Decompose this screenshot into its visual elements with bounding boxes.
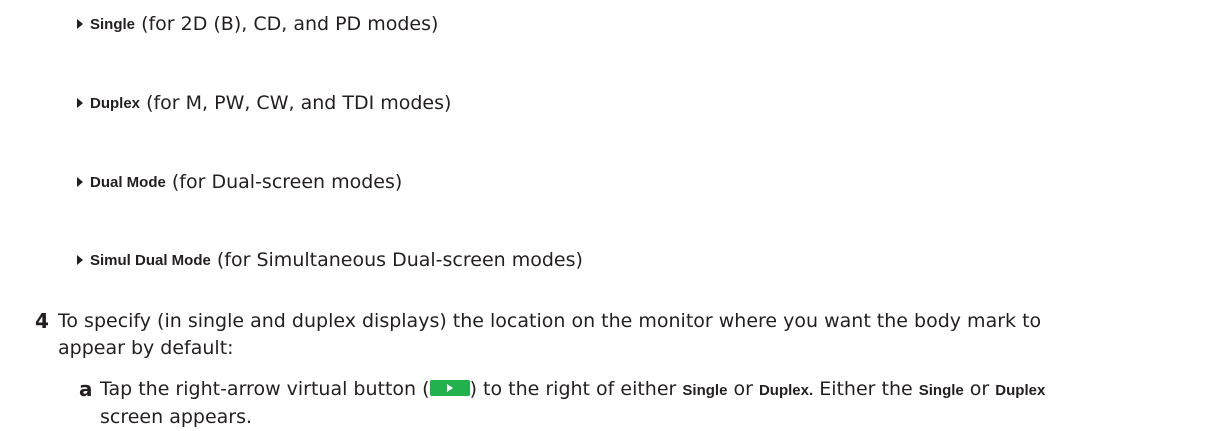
bullet-simul-dual-mode: Simul Dual Mode (for Simultaneous Dual-s… [77, 247, 583, 273]
bullet-dual-mode: Dual Mode (for Dual-screen modes) [77, 169, 402, 195]
bullet-text: (for Simultaneous Dual-screen modes) [216, 249, 583, 271]
bullet-text: (for 2D (B), CD, and PD modes) [141, 13, 439, 35]
substep-text-post: ) to the right of either [469, 378, 677, 400]
right-arrow-virtual-button [429, 380, 470, 396]
step-number: 4 [35, 309, 49, 333]
substep-text-pre: Tap the right-arrow virtual button ( [100, 378, 430, 400]
substep-text-or-2: or [969, 378, 990, 400]
bullet-triangle-icon [77, 98, 83, 108]
substep-letter: a [79, 377, 93, 401]
ui-term-duplex-2: Duplex [995, 382, 1046, 399]
play-arrow-icon [446, 384, 453, 392]
bullet-duplex: Duplex (for M, PW, CW, and TDI modes) [77, 90, 451, 116]
substep-a-line-1: Tap the right-arrow virtual button ( ) to… [100, 376, 1205, 404]
ui-term-duplex: Duplex. [758, 382, 814, 399]
bullet-label: Simul Dual Mode [90, 251, 211, 269]
bullet-text: (for M, PW, CW, and TDI modes) [146, 92, 452, 114]
substep-a-text: Tap the right-arrow virtual button ( ) to… [100, 376, 1205, 431]
bullet-triangle-icon [77, 255, 83, 265]
bullet-text: (for Dual-screen modes) [171, 171, 403, 193]
step-4-text: To specify (in single and duplex display… [58, 308, 1198, 362]
step-4-line-2: appear by default: [58, 337, 234, 359]
bullet-triangle-icon [77, 19, 83, 29]
step-4-line-1: To specify (in single and duplex display… [58, 310, 1042, 332]
substep-text-or: or [733, 378, 753, 400]
ui-term-single-2: Single [918, 382, 964, 399]
substep-text-either: Either the [819, 378, 913, 400]
ui-term-single: Single [682, 382, 728, 399]
bullet-label: Single [90, 15, 136, 33]
bullet-label: Dual Mode [90, 173, 166, 191]
bullet-triangle-icon [77, 177, 83, 187]
bullet-label: Duplex [90, 94, 141, 112]
substep-a-line-2: screen appears. [100, 406, 253, 428]
bullet-single: Single (for 2D (B), CD, and PD modes) [77, 11, 438, 37]
